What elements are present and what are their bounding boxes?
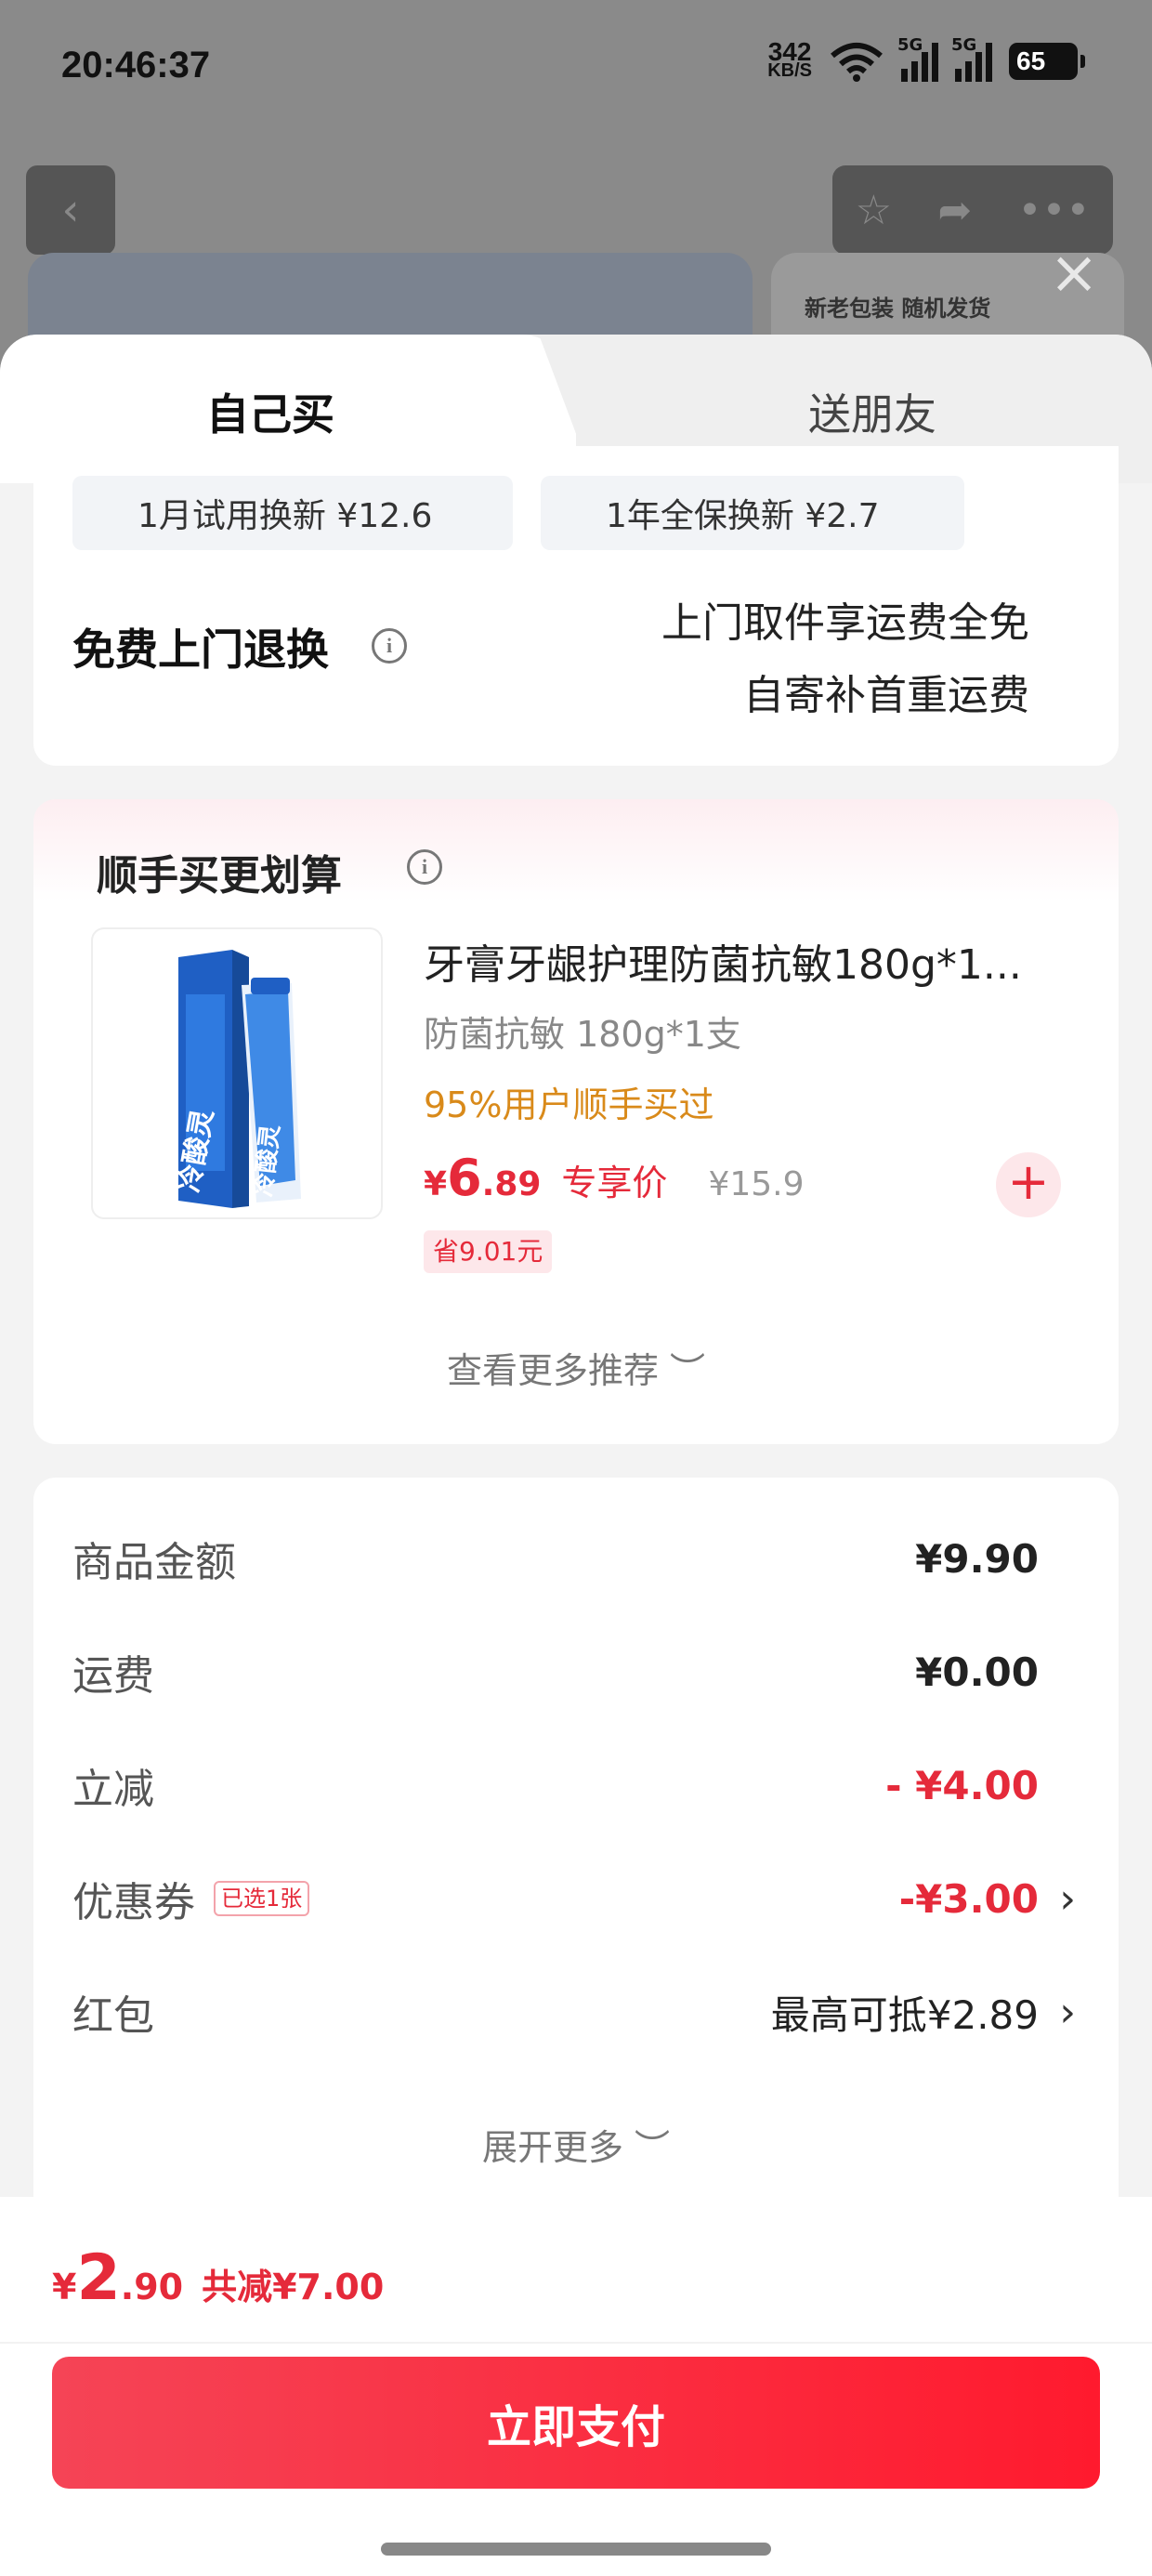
- summary-value: -¥3.00: [898, 1875, 1039, 1922]
- status-bar: 20:46:37 342 KB/S 5G 5G 65: [0, 0, 1152, 139]
- divider: [0, 2342, 1152, 2344]
- free-return-desc-line1: 上门取件享运费全免: [661, 599, 1029, 647]
- signal-type-label: 5G: [897, 35, 923, 55]
- addon-section-title: 顺手买更划算: [97, 852, 342, 900]
- signal-type-label: 5G: [951, 35, 977, 55]
- trial-exchange-option[interactable]: 1月试用换新 ¥12.6: [72, 476, 513, 550]
- summary-row-coupon[interactable]: 优惠券 已选1张 -¥3.00 ›: [72, 1866, 1076, 1931]
- more-recommendations-label: 查看更多推荐: [446, 1350, 659, 1391]
- price-summary-card: 商品金额 ¥9.90 运费 ¥0.00 立减 - ¥4.00 优惠券 已选1张 …: [33, 1478, 1119, 2314]
- info-icon[interactable]: i: [372, 628, 407, 664]
- status-time: 20:46:37: [61, 45, 211, 85]
- wifi-icon: [831, 43, 883, 82]
- product-spec[interactable]: 防菌抗敏 180g*1支: [424, 1005, 741, 1057]
- social-proof-text: 95%用户顺手买过: [424, 1084, 714, 1125]
- chevron-down-icon: ︶: [635, 2127, 671, 2168]
- cellular-signal-icon: 5G: [951, 35, 992, 82]
- more-icon[interactable]: •••: [1017, 187, 1090, 234]
- free-return-title: 免费上门退换: [72, 624, 329, 675]
- summary-label: 优惠券: [72, 1879, 195, 1926]
- summary-row-shipping: 运费 ¥0.00: [72, 1639, 1076, 1704]
- total-symbol: ¥: [52, 2267, 77, 2307]
- full-warranty-option[interactable]: 1年全保换新 ¥2.7: [541, 476, 964, 550]
- summary-value: 最高可抵¥2.89: [770, 1991, 1039, 2038]
- total-price: ¥ 2 .90 共减¥7.00: [52, 2241, 384, 2315]
- product-thumbnail[interactable]: 冷酸灵 冷酸灵: [91, 927, 383, 1219]
- coupon-selected-badge: 已选1张: [214, 1881, 310, 1916]
- chevron-right-icon: ›: [1059, 1874, 1076, 1923]
- back-icon[interactable]: ‹: [26, 165, 115, 255]
- network-speed: 342 KB/S: [767, 37, 812, 81]
- chevron-right-icon: ›: [1059, 1988, 1076, 2036]
- addon-recommend-card: 顺手买更划算 i 冷酸灵 冷酸灵 牙膏牙龈护理防菌抗敏180g*1... 防菌抗…: [33, 799, 1119, 1444]
- product-name[interactable]: 牙膏牙龈护理防菌抗敏180g*1...: [424, 931, 1093, 991]
- tab-gift-label: 送朋友: [808, 389, 936, 440]
- status-icons: 342 KB/S 5G 5G 65: [767, 35, 1085, 82]
- more-recommendations-link[interactable]: 查看更多推荐 ︶: [33, 1342, 1119, 1393]
- total-decimal: .90: [120, 2267, 184, 2307]
- summary-value: - ¥4.00: [885, 1762, 1039, 1808]
- star-icon[interactable]: ☆: [856, 187, 892, 234]
- summary-label: 商品金额: [72, 1539, 236, 1586]
- pay-now-button[interactable]: 立即支付: [52, 2357, 1100, 2489]
- summary-row-instant-discount: 立减 - ¥4.00: [72, 1753, 1076, 1818]
- tab-self-label: 自己买: [206, 389, 334, 440]
- expand-more-link[interactable]: 展开更多 ︶: [33, 2119, 1119, 2170]
- original-price: ¥15.9: [708, 1165, 805, 1203]
- cellular-signal-icon: 5G: [897, 35, 938, 82]
- summary-label: 红包: [72, 1992, 154, 2040]
- free-return-description: 上门取件享运费全免 自寄补首重运费: [661, 587, 1029, 732]
- total-integer: 2: [76, 2241, 121, 2315]
- summary-value: ¥9.90: [915, 1535, 1039, 1582]
- battery-icon: 65: [1009, 43, 1085, 80]
- price-symbol: ¥: [424, 1165, 448, 1203]
- price-decimal: .89: [481, 1165, 542, 1203]
- chevron-down-icon: ︶: [670, 1350, 706, 1391]
- background-banner-text: 新老包装 随机发货: [805, 296, 991, 322]
- price-integer: 6: [447, 1149, 482, 1207]
- pay-bar: ¥ 2 .90 共减¥7.00 立即支付: [0, 2197, 1152, 2576]
- network-speed-unit: KB/S: [767, 60, 812, 81]
- exclusive-price-label: 专享价: [561, 1163, 668, 1203]
- summary-label: 立减: [72, 1766, 154, 1813]
- return-service-card: 1月试用换新 ¥12.6 1年全保换新 ¥2.7 免费上门退换 i 上门取件享运…: [33, 446, 1119, 766]
- product-price: ¥ 6 .89 专享价 ¥15.9: [424, 1149, 805, 1207]
- network-speed-value: 342: [767, 37, 812, 66]
- info-icon[interactable]: i: [407, 849, 442, 885]
- expand-more-label: 展开更多: [481, 2127, 623, 2168]
- summary-row-subtotal: 商品金额 ¥9.90: [72, 1526, 1076, 1591]
- close-icon[interactable]: ×: [1046, 243, 1102, 303]
- summary-row-red-packet[interactable]: 红包 最高可抵¥2.89 ›: [72, 1979, 1076, 2044]
- free-return-desc-line2: 自寄补首重运费: [743, 672, 1029, 719]
- total-reduction: 共减¥7.00: [202, 2267, 385, 2307]
- savings-badge: 省9.01元: [424, 1230, 553, 1273]
- summary-label: 运费: [72, 1652, 154, 1700]
- summary-value: ¥0.00: [915, 1649, 1039, 1695]
- share-icon[interactable]: ➦: [937, 187, 972, 234]
- home-indicator[interactable]: [381, 2543, 771, 2556]
- add-to-order-button[interactable]: +: [996, 1152, 1061, 1217]
